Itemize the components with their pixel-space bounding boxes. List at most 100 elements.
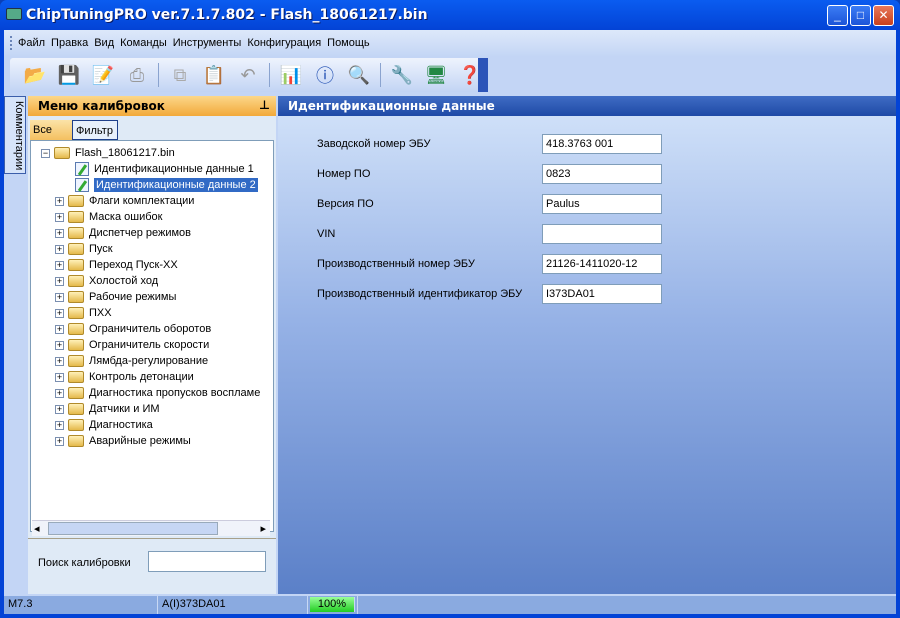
expand-icon[interactable]: +	[55, 244, 64, 254]
paste-icon[interactable]: 📋	[201, 62, 227, 88]
tab-filter[interactable]: Фильтр	[72, 120, 118, 140]
folder-icon	[68, 275, 84, 287]
field-input[interactable]: 0823	[542, 164, 662, 184]
tree-item-label: Идентификационные данные 2	[94, 178, 258, 192]
pane-header: Идентификационные данные	[278, 96, 896, 116]
folder-icon	[68, 435, 84, 447]
search-input[interactable]	[148, 551, 266, 572]
expand-icon[interactable]: +	[55, 308, 64, 318]
expand-icon[interactable]: +	[55, 292, 64, 302]
tree-item-folder[interactable]: + ПХХ	[55, 305, 112, 321]
close-button[interactable]: ✕	[873, 5, 894, 26]
expand-icon[interactable]: +	[55, 228, 64, 238]
tree-item-label: Диагностика пропусков воспламе	[89, 387, 261, 399]
app-window: ChipTuningPRO ver.7.1.7.802 - Flash_1806…	[0, 0, 900, 618]
field-input[interactable]: I373DA01	[542, 284, 662, 304]
menu-config[interactable]: Конфигурация	[247, 37, 321, 49]
tree-item-folder[interactable]: + Флаги комплектации	[55, 193, 194, 209]
tree-item-doc-selected[interactable]: Идентификационные данные 2	[75, 177, 258, 193]
info-icon[interactable]: ⓘ	[312, 62, 338, 88]
expand-icon[interactable]: +	[55, 356, 64, 366]
search-hex-icon[interactable]: 🔍	[346, 62, 372, 88]
field-label: Версия ПО	[317, 198, 374, 210]
folder-icon	[68, 259, 84, 271]
menu-file[interactable]: Файл	[18, 37, 45, 49]
field-input[interactable]: 418.3763 001	[542, 134, 662, 154]
calibration-menu-header: Меню калибровок ⊥	[28, 96, 276, 116]
save-edit-icon[interactable]: 📝	[90, 62, 116, 88]
expand-icon[interactable]: +	[55, 404, 64, 414]
expand-icon[interactable]: +	[55, 276, 64, 286]
scroll-left-icon[interactable]: ◂	[34, 522, 40, 535]
tree-item-label: Ограничитель оборотов	[89, 323, 212, 335]
tools-icon[interactable]: 🔧	[389, 62, 415, 88]
network-icon[interactable]: 🖥	[423, 62, 449, 88]
tree-item-label: Диагностика	[89, 419, 153, 431]
tree-item-folder[interactable]: + Маска ошибок	[55, 209, 162, 225]
tree-item-folder[interactable]: + Рабочие режимы	[55, 289, 176, 305]
horizontal-scrollbar[interactable]: ◂ ▸	[32, 520, 270, 536]
expand-icon[interactable]: +	[55, 340, 64, 350]
folder-icon	[68, 323, 84, 335]
field-label: VIN	[317, 228, 336, 240]
chart-icon[interactable]: 📊	[278, 62, 304, 88]
tree-item-folder[interactable]: + Ограничитель оборотов	[55, 321, 211, 337]
expand-icon[interactable]: +	[55, 436, 64, 446]
expand-icon[interactable]: +	[55, 372, 64, 382]
tree-item-label: Датчики и ИМ	[89, 403, 160, 415]
tree-root[interactable]: − Flash_18061217.bin	[41, 145, 175, 161]
undo-icon[interactable]: ↶	[235, 62, 261, 88]
menu-edit[interactable]: Правка	[51, 37, 88, 49]
expand-icon[interactable]: +	[55, 212, 64, 222]
folder-icon	[68, 371, 84, 383]
tree-item-folder[interactable]: + Ограничитель скорости	[55, 337, 209, 353]
tree-item-folder[interactable]: + Холостой ход	[55, 273, 158, 289]
identification-pane: Идентификационные данные Заводской номер…	[278, 96, 896, 594]
status-ecu: M7.3	[4, 596, 158, 614]
tree-item-label: Ограничитель скорости	[89, 339, 210, 351]
menu-help[interactable]: Помощь	[327, 37, 370, 49]
scroll-thumb[interactable]	[48, 522, 218, 535]
tree-item-folder[interactable]: + Аварийные режимы	[55, 433, 191, 449]
save-icon[interactable]: 💾	[56, 62, 82, 88]
toolbar-overflow[interactable]	[478, 58, 488, 92]
tree-item-folder[interactable]: + Контроль детонации	[55, 369, 194, 385]
calibration-tree[interactable]: − Flash_18061217.bin Идентификационные да…	[30, 140, 274, 532]
expand-icon[interactable]: +	[55, 324, 64, 334]
tree-item-folder[interactable]: + Пуск	[55, 241, 113, 257]
tree-item-label: Переход Пуск-ХХ	[89, 259, 178, 271]
tree-item-folder[interactable]: + Переход Пуск-ХХ	[55, 257, 178, 273]
expand-icon[interactable]: +	[55, 420, 64, 430]
expand-icon[interactable]: +	[55, 196, 64, 206]
scroll-right-icon[interactable]: ▸	[260, 522, 266, 535]
menu-view[interactable]: Вид	[94, 37, 114, 49]
field-input[interactable]	[542, 224, 662, 244]
print-icon[interactable]: ⎙	[124, 62, 150, 88]
open-icon[interactable]: 📂	[22, 62, 48, 88]
folder-icon	[68, 243, 84, 255]
menu-commands[interactable]: Команды	[120, 37, 167, 49]
tree-item-folder[interactable]: + Лямбда-регулирование	[55, 353, 208, 369]
minimize-button[interactable]: _	[827, 5, 848, 26]
expand-icon[interactable]: +	[55, 388, 64, 398]
comments-tab[interactable]: Комментарии	[4, 96, 26, 174]
tab-all[interactable]: Все	[30, 120, 72, 140]
field-label: Номер ПО	[317, 168, 371, 180]
pin-icon[interactable]: ⊥	[259, 98, 270, 112]
folder-icon	[68, 419, 84, 431]
tree-item-label: Контроль детонации	[89, 371, 194, 383]
tree-item-folder[interactable]: + Диспетчер режимов	[55, 225, 191, 241]
copy-icon[interactable]: ⧉	[167, 62, 193, 88]
field-input[interactable]: Paulus	[542, 194, 662, 214]
tree-item-doc[interactable]: Идентификационные данные 1	[75, 161, 254, 177]
tree-item-label: Холостой ход	[89, 275, 159, 287]
field-input[interactable]: 21126-1411020-12	[542, 254, 662, 274]
tree-item-folder[interactable]: + Диагностика пропусков воспламе	[55, 385, 260, 401]
maximize-button[interactable]: □	[850, 5, 871, 26]
expand-icon[interactable]: +	[55, 260, 64, 270]
tree-item-label: Маска ошибок	[89, 211, 163, 223]
tree-item-folder[interactable]: + Диагностика	[55, 417, 153, 433]
folder-icon	[68, 195, 84, 207]
tree-item-folder[interactable]: + Датчики и ИМ	[55, 401, 160, 417]
menu-tools[interactable]: Инструменты	[173, 37, 242, 49]
